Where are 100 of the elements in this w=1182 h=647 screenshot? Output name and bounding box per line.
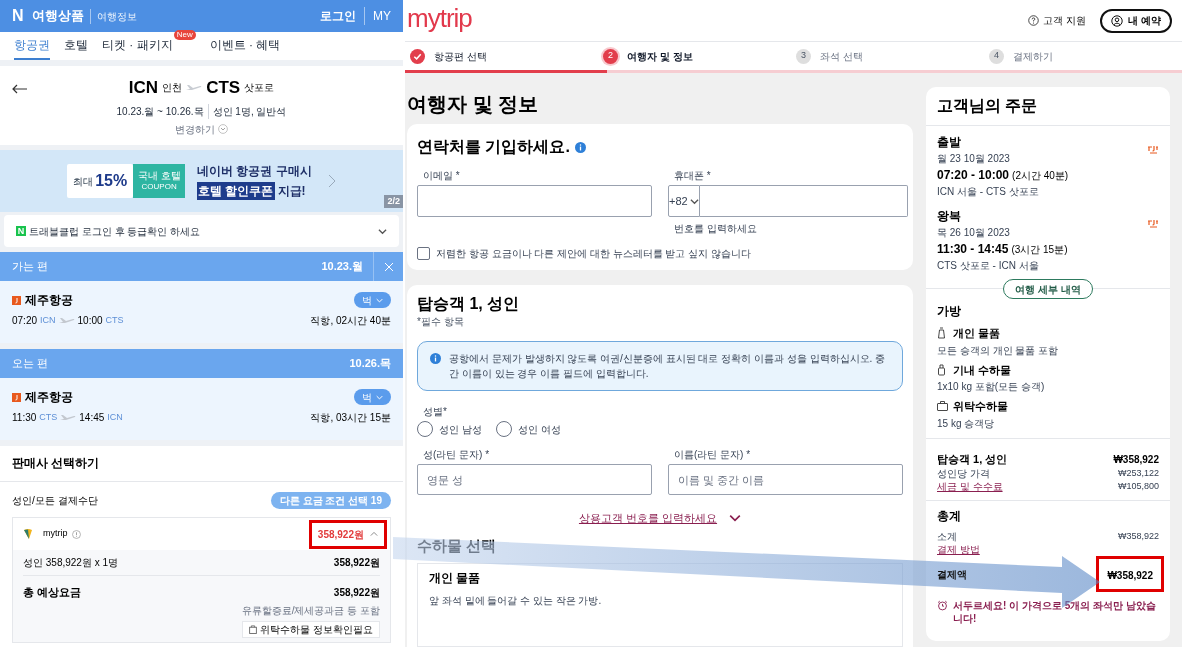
chevron-down-icon (376, 296, 383, 304)
departure-time: 11:30 (12, 411, 37, 425)
step-label: 항공편 선택 (434, 49, 487, 64)
airline-logo-icon (12, 295, 21, 305)
date-range: 10.23.월 ~ 10.26.목 (116, 104, 204, 119)
baggage-info-button[interactable]: 위탁수하물 정보확인필요 (242, 620, 380, 638)
user-icon (1111, 14, 1124, 27)
baggage-description: 1x10 kg 포함(모든 승객) (937, 380, 1046, 394)
info-icon (574, 141, 586, 153)
button-label: 위탁수하물 정보확인필요 (260, 622, 373, 637)
total-price: ₩358,922 (1107, 570, 1153, 581)
field-hint: 번호를 입력하세요 (673, 222, 758, 236)
price-label: 성인당 가격 (937, 467, 990, 480)
field-label: 이메일 * (422, 169, 461, 183)
notice-text: 트래블클럽 로그인 후 등급확인 하세요 (29, 224, 202, 239)
option-description: 앞 좌석 밑에 들어갈 수 있는 작은 가방. (429, 594, 603, 608)
field-label: 휴대폰 * (673, 169, 712, 183)
new-badge: New (173, 30, 196, 40)
field-label: 성별* (422, 405, 448, 419)
airline-name: 제주항공 (25, 292, 74, 309)
price-label: 성인 358,922원 x 1명 (23, 556, 119, 570)
flight-date: 목 26 10월 2023 (937, 226, 1011, 240)
info-text: 공항에서 문제가 발생하지 않도록 여권/신분증에 표시된 대로 정확히 이름과 성을 입력하십시오. 중간 이름이 있는 경우 이름 필드에 입력합니다. (449, 352, 887, 381)
highlighted-text: 호텔 할인쿠폰 (197, 182, 275, 200)
airline-logo-icon (1147, 219, 1159, 228)
checkbox[interactable] (417, 247, 430, 260)
payment-method-link[interactable]: 결제 방법 (937, 543, 980, 556)
fees-link[interactable]: 세금 및 수수료 (937, 480, 1003, 493)
city-name: 삿포로 (244, 81, 275, 96)
link-text: 고객 지원 (1043, 14, 1087, 28)
luggage-icon (937, 363, 948, 376)
price-note: 유류할증료/제세공과금 등 포함 (240, 603, 380, 618)
vendor-name: mytrip (43, 527, 68, 541)
step-number: 4 (989, 48, 1004, 64)
airport-code: ICN (107, 410, 123, 424)
email-field[interactable] (417, 185, 652, 217)
leg-date: 10.26.목 (349, 356, 392, 372)
step-number: 2 (603, 48, 618, 64)
field-label: 이름(라틴 문자) * (673, 448, 752, 462)
chevron-circle-icon (218, 124, 228, 134)
back-arrow-icon[interactable] (12, 84, 28, 94)
name-field[interactable]: 영문 성 (417, 464, 652, 495)
chevron-down-icon (378, 226, 387, 236)
checkbox-label: 저렴한 항공 요금이나 다른 제안에 대한 뉴스레터를 받고 싶지 않습니다 (436, 247, 751, 261)
airport-code: CTS (39, 410, 58, 424)
flight-label: 왕복 (937, 208, 962, 225)
logo-icon (23, 528, 33, 540)
radio-label: 성인 남성 (439, 422, 482, 437)
phone-field[interactable] (699, 185, 908, 217)
page-indicator: 2/2 (384, 194, 403, 208)
nav-tab[interactable]: 이벤트 · 혜택 (209, 36, 281, 60)
plane-icon (58, 316, 75, 325)
step-number: 3 (796, 48, 811, 64)
airline-logo-icon (12, 392, 21, 402)
link-text: 상용고객 번호를 입력하세요 (578, 511, 718, 526)
trip-details-button[interactable]: 여행 세부 내역 (1003, 279, 1093, 299)
baggage-title: 위탁수하물 (953, 399, 1008, 414)
notice-row[interactable]: N 트래블클럽 로그인 후 등급확인 하세요 (4, 215, 399, 247)
chevron-down-icon (689, 196, 699, 206)
info-icon (430, 353, 441, 364)
banner-text: 지급! (277, 183, 306, 200)
card-title: 고객님의 주문 (926, 87, 1170, 126)
price-value: 358,922원 (333, 585, 380, 600)
section-title: 가방 (937, 303, 962, 320)
nav-tab[interactable]: 호텔 (64, 36, 88, 60)
flight-date: 월 23 10월 2023 (937, 152, 1011, 166)
baggage-description: 모든 승객의 개인 물품 포함 (937, 343, 1060, 358)
support-link[interactable]: 고객 지원 (1028, 13, 1087, 28)
nav-tab[interactable]: 항공권 (14, 36, 50, 60)
airport-code: CTS (105, 313, 124, 327)
arrival-time: 14:45 (79, 411, 105, 425)
price-label: 소계 (937, 530, 957, 543)
section-title: 수하물 선택 (417, 535, 498, 556)
country-code-select[interactable]: +82 (668, 185, 700, 217)
price-value: ₩358,922 (1113, 452, 1159, 467)
radio-label: 성인 여성 (517, 422, 561, 437)
filter-label: 성인/모든 결제수단 (12, 494, 98, 508)
leg-date: 10.23.월 (321, 259, 363, 275)
name-field[interactable]: 이름 및 중간 이름 (668, 464, 903, 495)
leg-title: 가는 편 (12, 259, 50, 275)
alarm-clock-icon (937, 600, 948, 611)
flight-label: 출발 (937, 134, 962, 151)
card-title: 연락처를 기입하세요. (417, 137, 570, 157)
option-title: 개인 물품 (429, 570, 482, 587)
price-value: ₩358,922 (1117, 530, 1159, 543)
ticket-text: 국내 호텔 (137, 170, 181, 182)
nav-tab[interactable]: 티켓 · 패키지 (102, 36, 173, 60)
ticket-subtext: COUPON (141, 182, 177, 192)
airline-name: 제주항공 (25, 389, 74, 406)
arrival-time: 10:00 (77, 314, 103, 328)
chevron-up-icon (370, 531, 378, 537)
urgency-message: 서두르세요! 이 가격으로 5개의 좌석만 남았습니다! (953, 599, 1157, 625)
required-note: *필수 항목 (417, 315, 465, 329)
price-label: 결제액 (937, 567, 967, 582)
change-button[interactable]: 변경하기 (175, 121, 228, 137)
leg-title: 오는 편 (12, 356, 50, 372)
my-booking-button[interactable]: 내 예약 (1100, 8, 1172, 33)
brand-logo: mytrip (407, 4, 472, 31)
price-value: ₩105,800 (1117, 480, 1159, 493)
frequent-flyer-link[interactable]: 상용고객 번호를 입력하세요 (578, 510, 742, 527)
